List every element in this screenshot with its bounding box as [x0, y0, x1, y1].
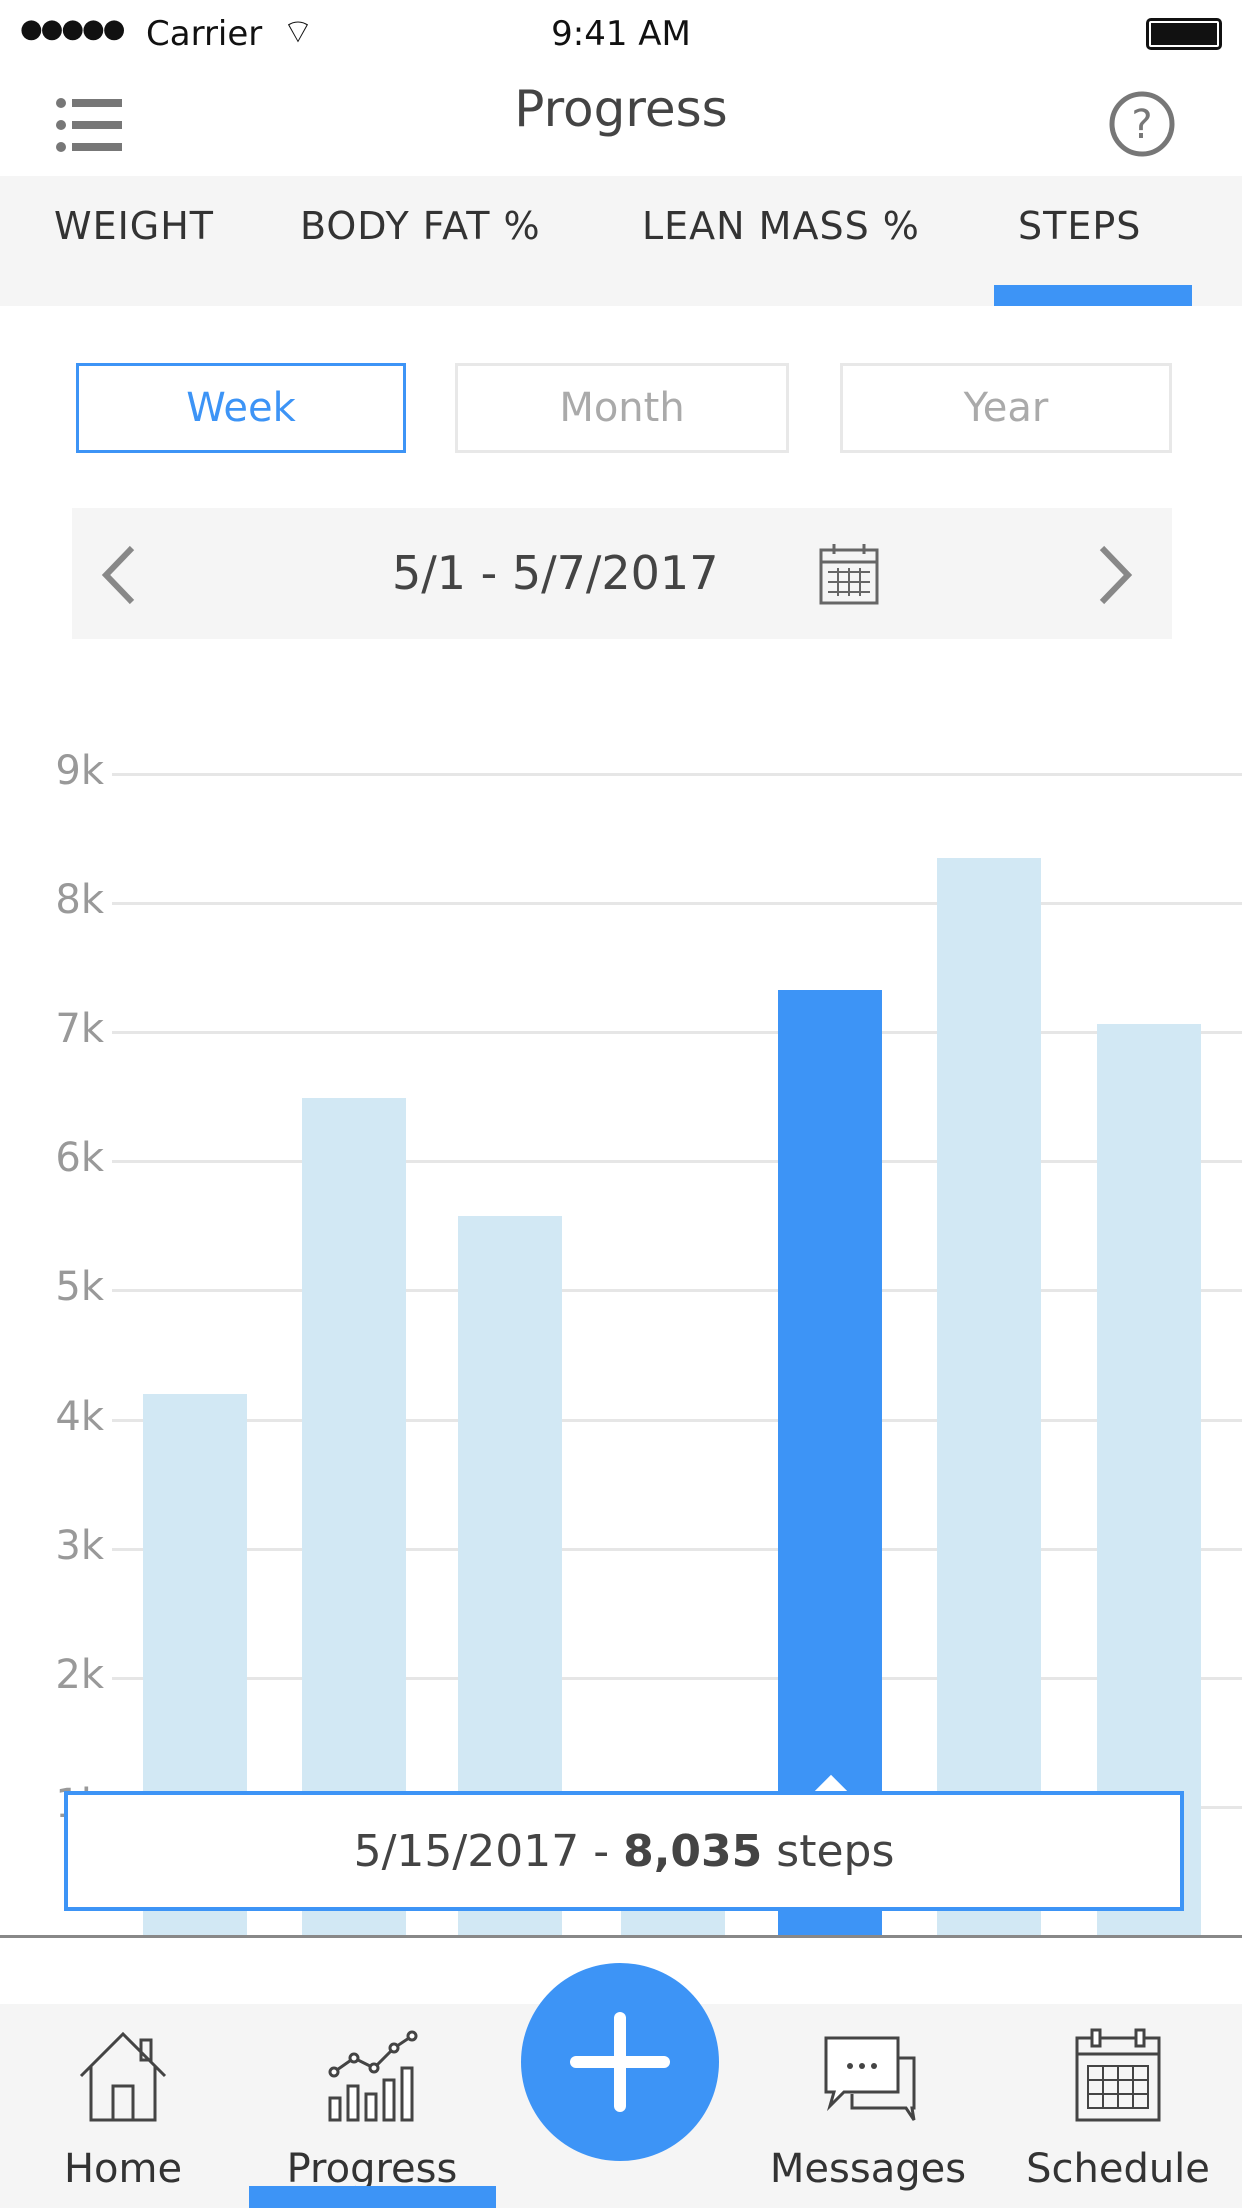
y-tick-label: 4k — [55, 1393, 104, 1440]
help-button[interactable]: ? — [1108, 90, 1176, 162]
tooltip-value: 8,035 — [623, 1825, 763, 1877]
active-tab-indicator — [994, 285, 1192, 306]
metric-tabs: WEIGHT BODY FAT % LEAN MASS % STEPS — [0, 176, 1242, 306]
y-tick-label: 9k — [55, 748, 104, 794]
tab-body-fat[interactable]: BODY FAT % — [300, 204, 541, 248]
y-tick-label: 8k — [55, 877, 104, 924]
chart-icon — [328, 2030, 418, 2122]
date-navigator: 5/1 - 5/7/2017 — [72, 508, 1172, 639]
nav-schedule[interactable]: Schedule — [998, 2004, 1238, 2208]
period-week-button[interactable]: Week — [76, 363, 406, 453]
tooltip-unit: steps — [776, 1825, 895, 1877]
x-axis — [0, 1935, 1242, 1938]
tab-steps[interactable]: STEPS — [1018, 204, 1141, 248]
clock: 9:41 AM — [551, 14, 691, 54]
nav-home-label: Home — [63, 2146, 183, 2192]
svg-text:?: ? — [1131, 102, 1152, 148]
bar[interactable] — [937, 857, 1041, 1936]
period-month-button[interactable]: Month — [455, 363, 789, 453]
home-icon — [79, 2031, 167, 2122]
gridline — [112, 1547, 1242, 1551]
calendar-icon — [1075, 2028, 1161, 2122]
chevron-right-icon[interactable] — [1096, 544, 1136, 606]
active-nav-indicator — [249, 2186, 496, 2208]
gridline — [112, 1418, 1242, 1422]
gridline — [112, 1031, 1242, 1035]
bottom-nav: Home Progress Messages Schedule — [0, 1963, 1242, 2208]
y-tick-label: 3k — [55, 1522, 104, 1569]
tooltip-date: 5/15/2017 - — [353, 1825, 610, 1877]
nav-messages[interactable]: Messages — [748, 2004, 988, 2208]
y-tick-label: 6k — [55, 1135, 104, 1182]
chat-icon — [824, 2036, 916, 2121]
tab-lean-mass[interactable]: LEAN MASS % — [642, 204, 920, 248]
battery-icon — [1146, 18, 1222, 50]
add-button[interactable] — [521, 1963, 719, 2161]
gridline — [112, 1160, 1242, 1164]
nav-progress[interactable]: Progress — [249, 2004, 496, 2208]
y-tick-label: 5k — [55, 1264, 104, 1311]
y-tick-label: 7k — [55, 1006, 104, 1053]
gridline — [112, 1676, 1242, 1680]
selected-day-tooltip: 5/15/2017 - 8,035 steps — [64, 1791, 1184, 1911]
nav-messages-label: Messages — [769, 2146, 967, 2192]
gridline — [112, 773, 1242, 776]
gridline — [112, 902, 1242, 906]
plus-icon — [570, 2012, 670, 2112]
y-tick-label: 2k — [55, 1651, 104, 1698]
tab-weight[interactable]: WEIGHT — [54, 204, 214, 248]
status-bar: ●●●●● Carrier ⌔ 9:41 AM — [0, 0, 1242, 70]
gridline — [112, 1289, 1242, 1293]
calendar-icon[interactable] — [818, 542, 880, 606]
question-circle-icon: ? — [1109, 91, 1175, 157]
nav-home[interactable]: Home — [3, 2004, 243, 2208]
page-title: Progress — [514, 80, 728, 138]
nav-schedule-label: Schedule — [1026, 2146, 1210, 2192]
chevron-left-icon[interactable] — [98, 544, 138, 606]
period-year-button[interactable]: Year — [840, 363, 1172, 453]
date-range: 5/1 - 5/7/2017 — [392, 546, 719, 600]
